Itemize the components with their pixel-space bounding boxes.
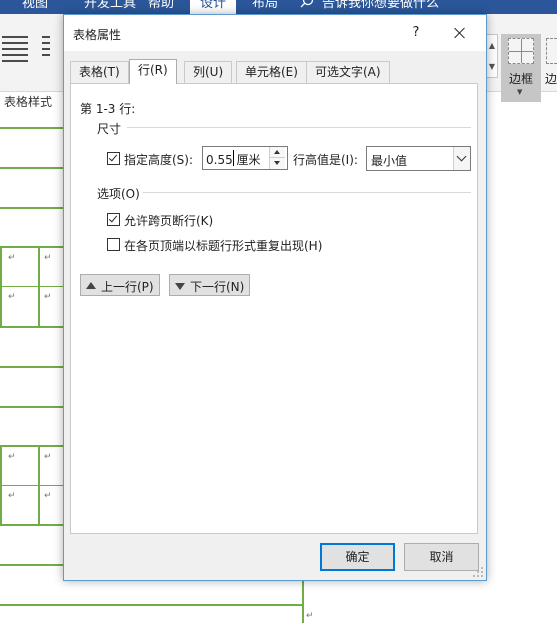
- tell-me-box[interactable]: 告诉我你想要做什么: [322, 0, 439, 14]
- resize-grip-icon[interactable]: [472, 566, 484, 578]
- section-divider: [127, 127, 471, 128]
- check-icon: [108, 213, 118, 223]
- chevron-down-icon: [456, 151, 467, 162]
- ribbon-tab-layout[interactable]: 布局: [252, 0, 278, 14]
- cell-end-mark: ↵: [8, 491, 16, 501]
- table-border: [0, 406, 64, 408]
- table-border: [0, 207, 64, 209]
- arrow-up-icon: [274, 150, 280, 154]
- height-input[interactable]: 0.55 厘米: [202, 146, 288, 170]
- row-height-mode-select[interactable]: 最小值: [366, 146, 471, 171]
- table-border: [0, 246, 64, 248]
- borders-button[interactable]: 边框 ▼: [501, 34, 541, 102]
- table-border: [0, 167, 64, 169]
- gallery-down-icon[interactable]: ▼: [487, 56, 497, 77]
- allow-row-break-checkbox[interactable]: [107, 213, 120, 226]
- tab-table[interactable]: 表格(T): [70, 61, 129, 83]
- border-painter-icon[interactable]: [546, 38, 557, 64]
- borders-icon: [508, 38, 534, 64]
- ribbon-tab-bar: 视图 开发工具 帮助 设计 布局 告诉我你想要做什么: [0, 0, 557, 14]
- select-dropdown-button[interactable]: [453, 147, 470, 170]
- text-cursor: [233, 150, 234, 166]
- ribbon-tab-help[interactable]: 帮助: [148, 0, 174, 14]
- ribbon-tab-view[interactable]: 视图: [22, 0, 48, 14]
- previous-row-label: 上一行(P): [101, 280, 154, 294]
- table-border: [0, 326, 64, 328]
- dialog-titlebar[interactable]: 表格属性 ?: [64, 15, 486, 51]
- table-border: [0, 127, 64, 129]
- specify-height-label[interactable]: 指定高度(S):: [124, 151, 193, 168]
- allow-row-break-label[interactable]: 允许跨页断行(K): [124, 212, 213, 229]
- tab-row[interactable]: 行(R): [129, 59, 177, 84]
- ribbon-tab-design[interactable]: 设计: [190, 0, 237, 14]
- search-icon[interactable]: [300, 0, 314, 8]
- options-section-title: 选项(O): [97, 187, 140, 201]
- table-border: [0, 604, 303, 606]
- close-icon: [454, 27, 466, 39]
- gallery-up-icon[interactable]: ▲: [487, 35, 497, 56]
- ribbon-tab-developer[interactable]: 开发工具: [84, 0, 136, 14]
- cell-end-mark: ↵: [8, 452, 16, 462]
- section-divider: [143, 192, 471, 193]
- table-border: [302, 581, 304, 623]
- row-height-mode-value: 最小值: [371, 154, 408, 168]
- ok-button[interactable]: 确定: [320, 543, 395, 571]
- arrow-down-icon: [274, 161, 280, 165]
- next-row-button[interactable]: 下一行(N): [169, 274, 250, 296]
- check-icon: [108, 152, 118, 162]
- help-button[interactable]: ?: [406, 23, 426, 43]
- repeat-header-checkbox[interactable]: [107, 238, 120, 251]
- cancel-button[interactable]: 取消: [404, 543, 479, 571]
- table-properties-dialog: 表格属性 ? 表格(T) 行(R) 列(U) 单元格(E) 可选文字(A) 第 …: [63, 14, 487, 581]
- tab-alt-text[interactable]: 可选文字(A): [306, 61, 390, 83]
- row-height-is-label: 行高值是(I):: [293, 153, 358, 167]
- borders-label: 边框: [508, 72, 533, 86]
- border-painter-label: 边: [545, 72, 557, 86]
- table-border: [0, 524, 64, 526]
- arrow-up-icon: [86, 282, 96, 289]
- repeat-header-label[interactable]: 在各页顶端以标题行形式重复出现(H): [124, 237, 322, 254]
- next-row-label: 下一行(N): [190, 280, 245, 294]
- table-border: [0, 286, 64, 287]
- cell-end-mark: ↵: [44, 491, 52, 501]
- dialog-title: 表格属性: [73, 28, 122, 42]
- rows-range-label: 第 1-3 行:: [80, 102, 136, 116]
- arrow-down-icon: [175, 283, 185, 290]
- previous-row-button[interactable]: 上一行(P): [80, 274, 160, 296]
- table-border: [38, 445, 40, 525]
- table-border: [0, 564, 64, 566]
- cell-end-mark: ↵: [44, 292, 52, 302]
- table-border: [38, 246, 40, 326]
- chevron-down-icon: ▼: [517, 88, 523, 96]
- cell-end-mark: ↵: [8, 292, 16, 302]
- height-decrement-button[interactable]: [269, 158, 285, 169]
- table-border: [0, 246, 2, 326]
- table-border: [0, 445, 2, 525]
- row-tab-panel: 第 1-3 行: 尺寸 指定高度(S): 0.55 厘米 行高值是(I): 最小…: [70, 83, 478, 534]
- style-gallery-scroll[interactable]: ▲ ▼: [486, 34, 498, 78]
- table-style-swatch[interactable]: [2, 36, 28, 76]
- height-increment-button[interactable]: [269, 147, 285, 158]
- table-border: [0, 485, 64, 486]
- cell-end-mark: ↵: [44, 253, 52, 263]
- cell-end-mark: ↵: [44, 452, 52, 462]
- cell-end-mark: ↵: [8, 253, 16, 263]
- table-border: [0, 366, 64, 368]
- tab-cell[interactable]: 单元格(E): [236, 61, 307, 83]
- specify-height-checkbox[interactable]: [107, 152, 120, 165]
- table-border: [0, 445, 64, 447]
- close-button[interactable]: [449, 23, 471, 43]
- tab-column[interactable]: 列(U): [184, 61, 233, 83]
- size-section-title: 尺寸: [97, 122, 122, 136]
- cell-end-mark: ↵: [306, 611, 314, 621]
